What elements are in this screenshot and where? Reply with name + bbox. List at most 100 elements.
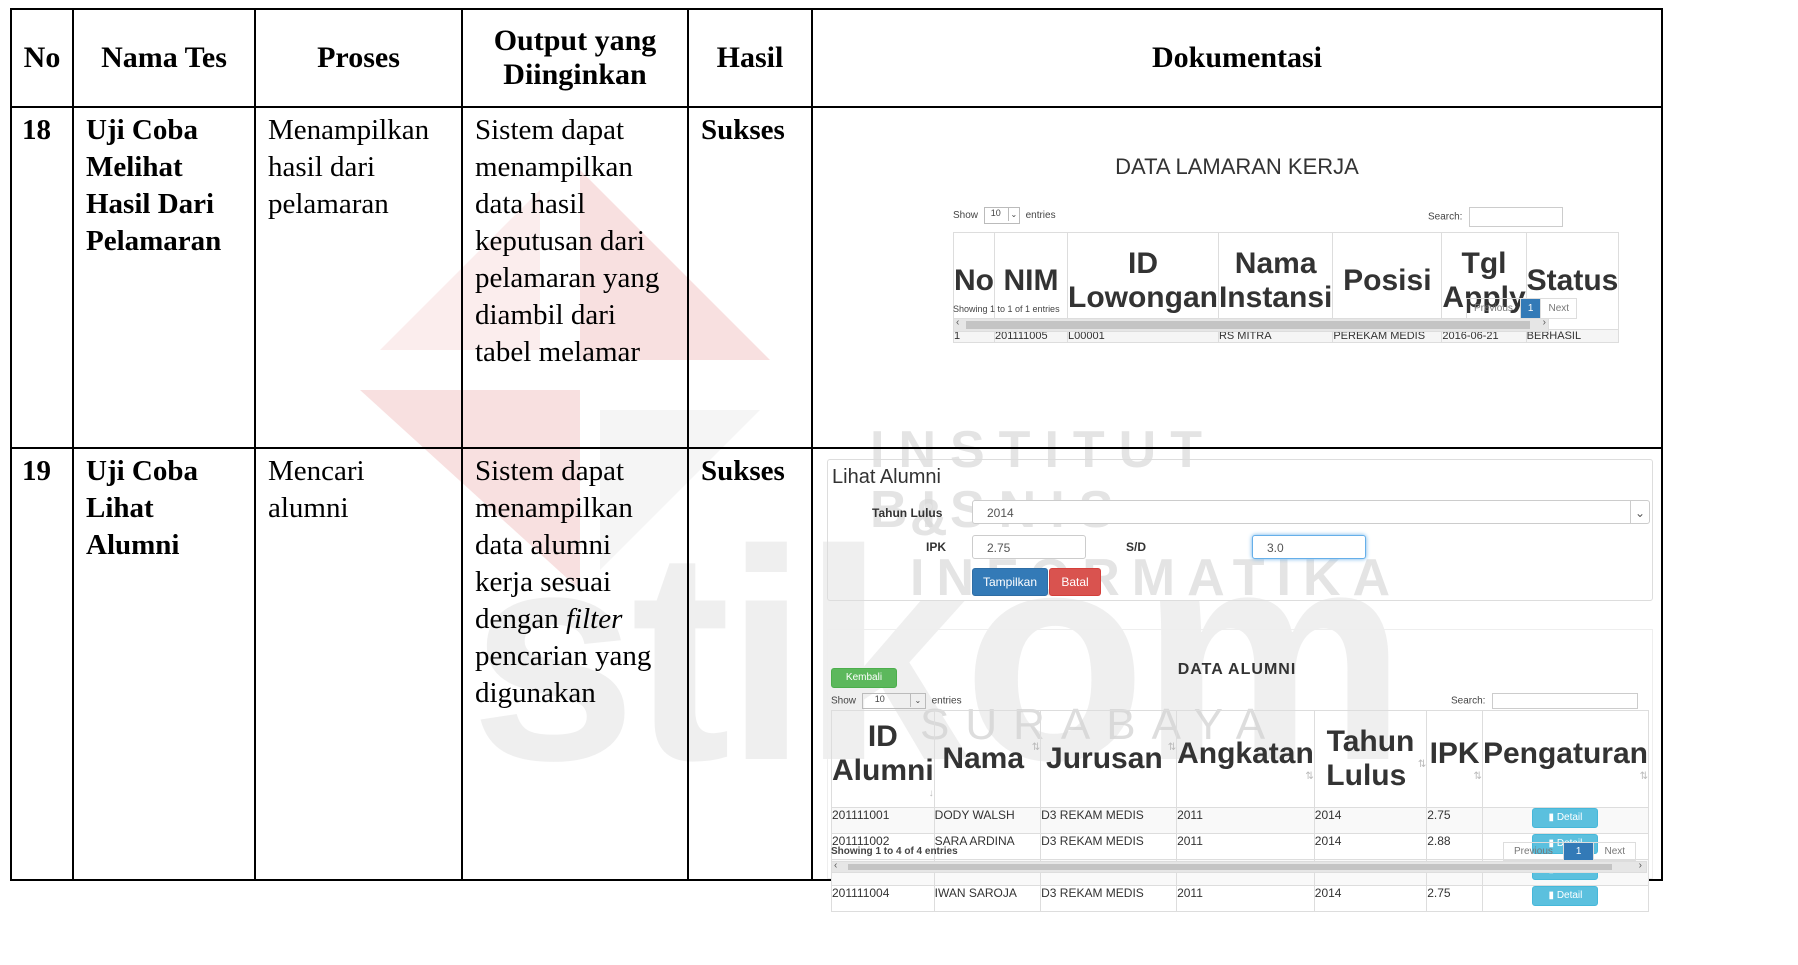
alumni-table: ID Alumni ↓ Nama ⇅ Jurusan ⇅ Angkatan ⇅ Tahun Lu… [831, 710, 1650, 912]
column-header[interactable]: IPK ⇅ [1426, 710, 1483, 808]
chevron-down-icon: ⌄ [909, 694, 925, 707]
sd-label: S/D [1126, 540, 1147, 554]
sort-icon[interactable]: ⇅ [1474, 771, 1482, 782]
column-header[interactable]: Nama Instansi [1217, 232, 1334, 330]
detail-button[interactable]: ▮ Detail [1532, 808, 1599, 828]
horizontal-scrollbar[interactable]: ‹ › [831, 860, 1647, 873]
file-icon: ▮ [1548, 890, 1557, 901]
column-header-label: Tahun Lulus [1326, 725, 1415, 792]
ipk-to-input[interactable]: 3.0 [1252, 535, 1366, 559]
next-button[interactable]: Next [1541, 299, 1576, 318]
table-cell: ▮ Detail [1481, 807, 1650, 834]
table-row: 19 Uji Coba Lihat Alumni Mencari alumni … [10, 447, 1663, 912]
sort-icon[interactable]: ⇅ [1032, 742, 1040, 753]
search-input[interactable] [1492, 693, 1639, 709]
table-cell: 2.88 [1426, 833, 1483, 860]
row-hasil: Sukses [701, 114, 785, 146]
column-header-label: Pengaturan [1482, 736, 1648, 770]
column-header[interactable]: Tahun Lulus ⇅ [1313, 710, 1428, 808]
screenshot-lihat-alumni: Lihat Alumni Tahun Lulus 2014 ⌄ IPK 2.75… [813, 449, 1661, 912]
search-input[interactable] [1469, 207, 1564, 227]
column-header[interactable]: No [953, 232, 995, 330]
data-alumni-title: DATA ALUMNI [1177, 661, 1297, 678]
column-header[interactable]: Pengaturan ⇅ [1481, 710, 1650, 808]
table-cell: 2011 [1176, 807, 1315, 834]
detail-button[interactable]: ▮ Detail [1532, 886, 1599, 906]
table-cell: D3 REKAM MEDIS [1040, 807, 1178, 834]
table-row: 201111004 IWAN SAROJA D3 REKAM MEDIS 2011 20… [831, 885, 1650, 912]
show-label: Show [953, 210, 979, 222]
scroll-thumb[interactable] [966, 321, 1530, 329]
next-button[interactable]: Next [1594, 843, 1635, 860]
length-select[interactable]: 10 ⌄ [983, 207, 1020, 224]
chevron-down-icon: ⌄ [1630, 501, 1649, 523]
row-no: 18 [22, 114, 51, 146]
previous-button[interactable]: Previous [1504, 843, 1564, 860]
header-row: No Nama Tes Proses Output yang Diinginka… [10, 8, 1663, 108]
column-header[interactable]: Posisi [1332, 232, 1443, 330]
table-cell: 2014 [1313, 833, 1428, 860]
column-header[interactable]: Angkatan ⇅ [1176, 710, 1315, 808]
page-button[interactable]: 1 [1520, 299, 1542, 318]
sort-icon[interactable]: ⇅ [1418, 759, 1426, 770]
page-button[interactable]: 1 [1563, 843, 1595, 860]
column-header[interactable]: Nama ⇅ [933, 710, 1042, 808]
row-proses: Mencari alumni [268, 455, 365, 524]
column-header[interactable]: NIM [994, 232, 1068, 330]
sort-icon[interactable]: ⇅ [1168, 742, 1176, 753]
lamaran-info: Showing 1 to 1 of 1 entries [953, 304, 1060, 314]
column-header[interactable]: Jurusan ⇅ [1040, 710, 1178, 808]
table-cell: 2014 [1313, 885, 1428, 912]
kembali-button[interactable]: Kembali [831, 668, 897, 688]
table-cell: 201111004 [831, 885, 935, 912]
scroll-right-icon[interactable]: › [1639, 860, 1642, 871]
lamaran-pagination: Previous 1 Next [1466, 298, 1578, 319]
tampilkan-button[interactable]: Tampilkan [972, 568, 1048, 596]
batal-button[interactable]: Batal [1049, 568, 1101, 596]
table-cell: D3 REKAM MEDIS [1040, 833, 1178, 860]
previous-button[interactable]: Previous [1467, 299, 1521, 318]
table-cell: IWAN SAROJA [933, 885, 1042, 912]
tahun-lulus-select[interactable]: 2014 ⌄ [972, 500, 1650, 524]
column-header-label: Jurusan [1046, 742, 1163, 775]
lamaran-search: Search: [1428, 207, 1564, 227]
table-cell: D3 REKAM MEDIS [1040, 885, 1178, 912]
scroll-right-icon[interactable]: › [1543, 317, 1546, 328]
alumni-length-control: Show 10 ⌄ entries [831, 693, 962, 709]
column-header[interactable]: ID Alumni ↓ [831, 710, 935, 808]
tahun-lulus-label: Tahun Lulus [872, 506, 943, 520]
ipk-from-input[interactable]: 2.75 [972, 535, 1086, 559]
filter-panel: Lihat Alumni Tahun Lulus 2014 ⌄ IPK 2.75… [827, 459, 1653, 601]
scroll-left-icon[interactable]: ‹ [834, 860, 837, 871]
search-label: Search: [1428, 211, 1463, 223]
ipk-label: IPK [926, 540, 947, 554]
length-select[interactable]: 10 ⌄ [861, 693, 926, 709]
entries-label: entries [1025, 210, 1056, 222]
show-label: Show [831, 695, 857, 707]
table-cell: ▮ Detail [1481, 885, 1650, 912]
scroll-thumb[interactable] [848, 864, 1612, 870]
table-cell: 201111001 [831, 807, 935, 834]
column-header-label: IPK [1429, 736, 1480, 770]
scroll-left-icon[interactable]: ‹ [956, 317, 959, 328]
row-no: 19 [22, 455, 51, 487]
chevron-down-icon: ⌄ [1007, 208, 1019, 221]
horizontal-scrollbar[interactable]: ‹ › [953, 317, 1549, 332]
table-cell: 2014 [1313, 807, 1428, 834]
header-nama-tes: Nama Tes [72, 8, 256, 108]
header-dokumentasi: Dokumentasi [811, 8, 1663, 108]
column-header-label: Nama [942, 742, 1025, 775]
lihat-alumni-title: Lihat Alumni [832, 466, 941, 488]
table-row: 201111001 DODY WALSH D3 REKAM MEDIS 2011 201… [831, 807, 1650, 834]
screenshot-data-lamaran: DATA LAMARAN KERJA Show 10 ⌄ entries Sear… [813, 108, 1661, 445]
sort-icon[interactable]: ↓ [929, 788, 934, 799]
column-header[interactable]: ID Lowongan [1067, 232, 1219, 330]
table-cell: 2011 [1176, 885, 1315, 912]
table-cell: 2011 [1176, 833, 1315, 860]
row-hasil: Sukses [701, 455, 785, 487]
row-nama-tes: Uji Coba Melihat Hasil Dari Pelamaran [86, 114, 222, 257]
search-label: Search: [1451, 695, 1486, 707]
sort-icon[interactable]: ⇅ [1640, 771, 1648, 782]
sort-icon[interactable]: ⇅ [1305, 771, 1313, 782]
row-output: Sistem dapat menampilkan data alumni ker… [475, 455, 652, 709]
